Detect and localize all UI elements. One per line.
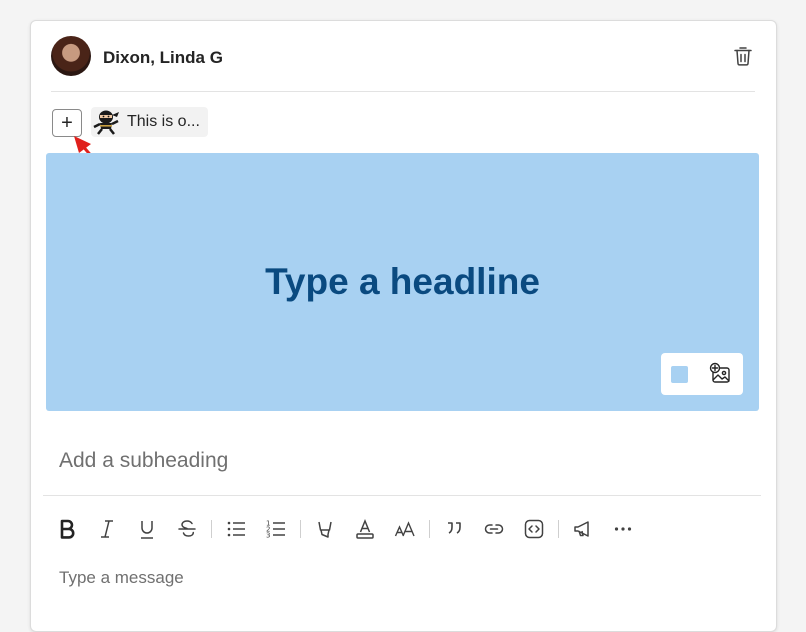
subheading-divider	[43, 495, 761, 496]
message-input[interactable]: Type a message	[59, 568, 184, 588]
toolbar-separator	[211, 520, 212, 538]
svg-text:3: 3	[266, 532, 270, 540]
numbered-list-icon[interactable]: 123	[256, 515, 296, 543]
subheading-input[interactable]: Add a subheading	[59, 449, 228, 473]
font-color-icon[interactable]	[345, 515, 385, 543]
code-icon[interactable]	[514, 515, 554, 543]
more-options-icon[interactable]	[603, 515, 643, 543]
plus-icon: +	[61, 112, 73, 134]
strikethrough-icon[interactable]	[167, 515, 207, 543]
underline-icon[interactable]	[127, 515, 167, 543]
author-name: Dixon, Linda G	[103, 48, 223, 67]
quote-icon[interactable]	[434, 515, 474, 543]
toolbar-separator	[300, 520, 301, 538]
headline-input[interactable]: Type a headline	[46, 261, 759, 303]
banner-tools	[661, 353, 743, 395]
toolbar-separator	[558, 520, 559, 538]
post-card: Dixon, Linda G + This is o... Type a hea…	[30, 20, 777, 632]
announcement-icon[interactable]	[563, 515, 603, 543]
add-image-icon[interactable]	[709, 362, 733, 386]
chip-label: This is o...	[127, 113, 200, 130]
post-header: Dixon, Linda G	[51, 36, 755, 78]
avatar[interactable]	[51, 36, 91, 76]
sticker-chip[interactable]: This is o...	[91, 107, 208, 137]
format-toolbar: 123	[47, 515, 643, 543]
toolbar-separator	[429, 520, 430, 538]
font-size-icon[interactable]	[385, 515, 425, 543]
italic-icon[interactable]	[87, 515, 127, 543]
ninja-icon	[93, 110, 119, 135]
background-color-swatch[interactable]	[671, 365, 689, 383]
bulleted-list-icon[interactable]	[216, 515, 256, 543]
bold-icon[interactable]	[47, 515, 87, 543]
add-button[interactable]: +	[52, 109, 82, 137]
headline-banner[interactable]: Type a headline	[46, 153, 759, 411]
trash-icon[interactable]	[731, 44, 755, 68]
highlight-icon[interactable]	[305, 515, 345, 543]
header-divider	[51, 91, 755, 92]
link-icon[interactable]	[474, 515, 514, 543]
